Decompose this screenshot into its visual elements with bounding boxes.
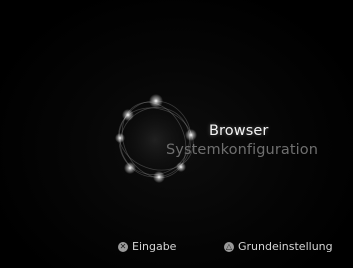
orb-light (149, 94, 163, 108)
triangle-button-icon: △ (224, 241, 234, 252)
settings-hint: △ Grundeinstellung (224, 240, 333, 253)
orb-light (124, 162, 136, 174)
ps2-main-menu-screen: Browser Systemkonfiguration ✕ Eingabe △ … (0, 0, 353, 268)
confirm-hint-label: Eingabe (132, 240, 177, 253)
cross-button-icon: ✕ (118, 241, 128, 252)
orb-light (153, 171, 165, 183)
orb-light (176, 162, 186, 172)
orb-light (115, 133, 125, 143)
menu-item-browser[interactable]: Browser (209, 124, 268, 139)
menu-item-system-configuration[interactable]: Systemkonfiguration (166, 143, 318, 158)
orb-light (185, 129, 197, 141)
confirm-hint: ✕ Eingabe (118, 240, 176, 253)
orb-light (122, 109, 134, 121)
orbiting-lights-icon (111, 94, 199, 186)
settings-hint-label: Grundeinstellung (238, 240, 333, 253)
